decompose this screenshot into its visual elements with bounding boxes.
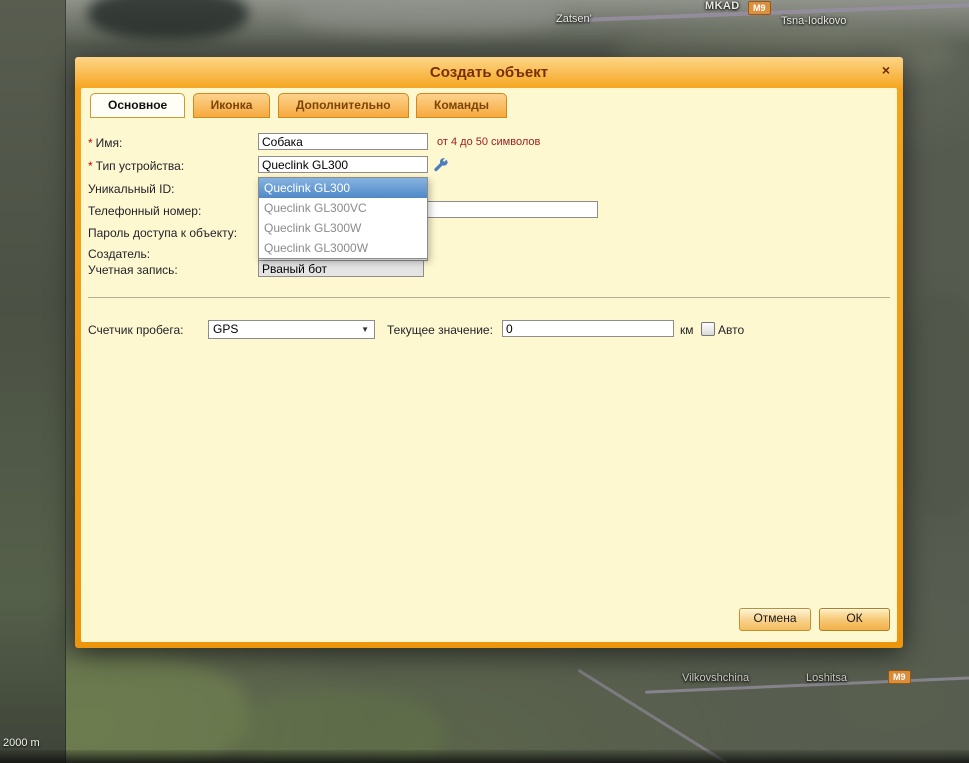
map-label-loshitsa: Loshitsa — [806, 672, 847, 684]
unique-id-label: Уникальный ID: — [88, 182, 174, 196]
map-label-vilkovshchina: Vilkovshchina — [682, 672, 749, 684]
name-input[interactable] — [258, 133, 428, 150]
device-type-label: *Тип устройства: — [88, 159, 184, 173]
mileage-counter-label: Счетчик пробега: — [88, 323, 183, 337]
password-label: Пароль доступа к объекту: — [88, 226, 237, 240]
auto-label: Авто — [718, 323, 744, 337]
dropdown-arrow-icon: ▼ — [361, 321, 369, 338]
route-badge-m9-bottom: M9 — [888, 670, 911, 684]
account-label: Учетная запись: — [88, 263, 178, 277]
map-label-mkad: MKAD — [705, 0, 740, 12]
ok-button[interactable]: ОК — [819, 608, 890, 631]
account-field — [258, 260, 424, 277]
tab-commands[interactable]: Команды — [416, 93, 507, 118]
device-settings-wrench-icon[interactable] — [433, 157, 449, 173]
name-label: *Имя: — [88, 136, 122, 150]
mileage-source-select[interactable]: GPS ▼ — [208, 320, 375, 339]
tab-icon[interactable]: Иконка — [193, 93, 271, 118]
tab-general[interactable]: Основное — [90, 93, 185, 118]
close-icon[interactable]: × — [882, 62, 890, 78]
required-marker: * — [88, 159, 93, 173]
map-scale-text: 2000 m — [3, 737, 40, 749]
current-value-input[interactable] — [502, 320, 674, 337]
map-forest-patch — [898, 290, 969, 520]
unit-label: км — [680, 323, 694, 337]
route-badge-m9-top: M9 — [748, 1, 771, 15]
auto-checkbox[interactable] — [701, 322, 715, 336]
phone-label: Телефонный номер: — [88, 204, 201, 218]
map-lake-patch — [88, 0, 248, 40]
dialog-title: Создать объект — [75, 64, 903, 81]
form-separator — [88, 297, 890, 298]
map-terrain-patch — [295, 0, 565, 33]
map-bottom-bar — [0, 750, 969, 763]
dialog-tabs: Основное Иконка Дополнительно Команды — [90, 93, 510, 118]
dialog-body: Основное Иконка Дополнительно Команды *И… — [81, 88, 897, 642]
dropdown-option[interactable]: Queclink GL300VC — [259, 198, 427, 218]
map-left-strip — [0, 0, 66, 763]
map-label-zatsen: Zatsen' — [556, 13, 592, 25]
device-type-dropdown: Queclink GL300 Queclink GL300VC Queclink… — [258, 177, 428, 259]
app-root: Zatsen' MKAD M9 Tsna-Iodkovo Vilkovshchi… — [0, 0, 969, 763]
current-value-label: Текущее значение: — [387, 323, 493, 337]
required-marker: * — [88, 136, 93, 150]
device-type-input[interactable] — [258, 156, 428, 173]
tab-additional[interactable]: Дополнительно — [278, 93, 409, 118]
name-length-hint: от 4 до 50 символов — [437, 136, 540, 148]
map-label-tsna: Tsna-Iodkovo — [781, 15, 846, 27]
dropdown-option[interactable]: Queclink GL300 — [259, 178, 427, 198]
create-object-dialog: Создать объект × Основное Иконка Дополни… — [75, 57, 903, 648]
creator-label: Создатель: — [88, 247, 150, 261]
cancel-button[interactable]: Отмена — [739, 608, 811, 631]
road-line-mkad — [585, 2, 969, 22]
dropdown-option[interactable]: Queclink GL3000W — [259, 238, 427, 258]
dropdown-option[interactable]: Queclink GL300W — [259, 218, 427, 238]
